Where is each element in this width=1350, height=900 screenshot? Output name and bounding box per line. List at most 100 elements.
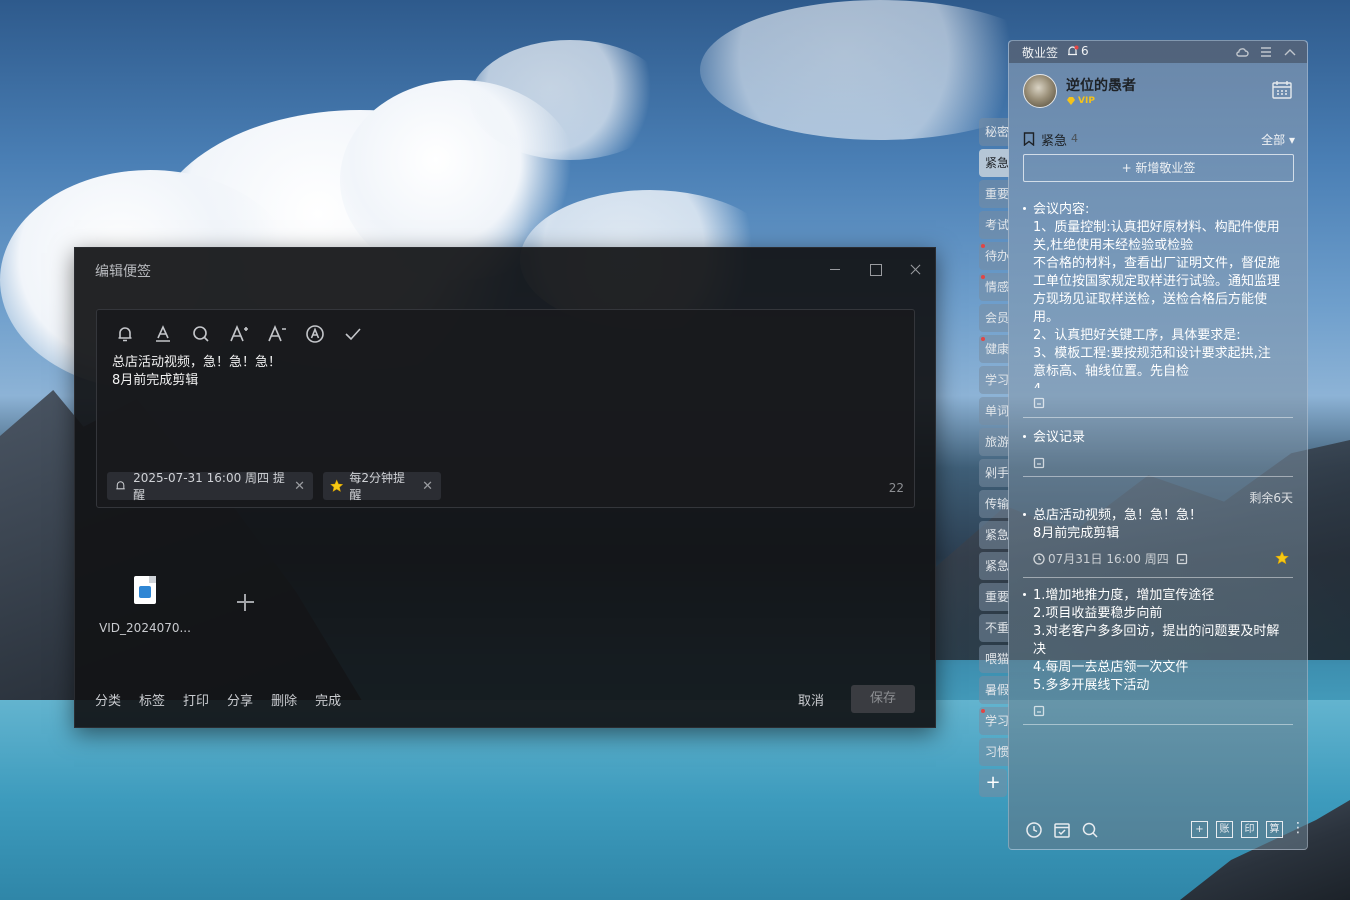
category-tab[interactable]: 不重 bbox=[979, 614, 1009, 642]
reminder-bell-icon[interactable] bbox=[113, 322, 137, 346]
close-button[interactable] bbox=[903, 258, 927, 280]
note-body: 总店活动视频，急！急！急！ 8月前完成剪辑 bbox=[1033, 508, 1203, 541]
username[interactable]: 逆位的愚者 bbox=[1066, 75, 1136, 95]
category-tab[interactable]: 单词 bbox=[979, 397, 1009, 425]
delete-action[interactable]: 删除 bbox=[271, 690, 297, 709]
category-tab-label: 习惯 bbox=[985, 745, 1009, 759]
note-bullet bbox=[1023, 435, 1026, 438]
collapse-icon[interactable] bbox=[1283, 45, 1297, 59]
category-filter-dropdown[interactable]: 全部 ▾ bbox=[1261, 131, 1295, 148]
add-category-button[interactable]: + bbox=[979, 769, 1007, 797]
note-bullet bbox=[1023, 593, 1026, 596]
note-bullet bbox=[1023, 207, 1026, 210]
minimize-button[interactable] bbox=[823, 258, 847, 280]
remove-reminder-icon[interactable]: ✕ bbox=[294, 479, 305, 494]
category-tab[interactable]: 学习 bbox=[979, 366, 1009, 394]
category-header: 紧急 4 全部 ▾ bbox=[1023, 130, 1295, 149]
add-box-button[interactable]: + bbox=[1191, 821, 1208, 838]
add-note-button[interactable]: + 新增敬业签 bbox=[1023, 154, 1294, 182]
category-action[interactable]: 分类 bbox=[95, 690, 121, 709]
category-tab[interactable]: 紧急 bbox=[979, 521, 1009, 549]
category-tab-label: 考试 bbox=[985, 218, 1009, 232]
note-action-bar: 分类 标签 打印 分享 删除 完成 bbox=[95, 690, 341, 709]
print-box-button[interactable]: 印 bbox=[1241, 821, 1258, 838]
note-lock-icon bbox=[1033, 394, 1045, 409]
app-title: 敬业签 bbox=[1022, 46, 1059, 60]
panel-titlebar[interactable]: 敬业签 6 bbox=[1009, 41, 1307, 63]
complete-action[interactable]: 完成 bbox=[315, 690, 341, 709]
category-tab[interactable]: 紧急 bbox=[979, 149, 1009, 177]
font-size-decrease-icon[interactable] bbox=[265, 322, 289, 346]
category-tab[interactable]: 喂猫 bbox=[979, 645, 1009, 673]
share-action[interactable]: 分享 bbox=[227, 690, 253, 709]
repeat-reminder-chip[interactable]: 每2分钟提醒 ✕ bbox=[323, 471, 441, 502]
category-tab-label: 传输 bbox=[985, 497, 1009, 511]
category-tab[interactable]: 传输 bbox=[979, 490, 1009, 518]
category-tab[interactable]: 会员 bbox=[979, 304, 1009, 332]
category-tab[interactable]: 待办 bbox=[979, 242, 1009, 270]
cloud-sync-icon[interactable] bbox=[1235, 45, 1249, 59]
bell-icon bbox=[1068, 45, 1079, 55]
category-tab-label: 剁手 bbox=[985, 466, 1009, 480]
vip-badge: VIP bbox=[1066, 96, 1095, 106]
dialog-titlebar[interactable]: 编辑便签 bbox=[75, 248, 935, 290]
category-tab[interactable]: 学习 bbox=[979, 707, 1009, 735]
edit-note-dialog: 编辑便签 总店活动视频，急！急！急！ 8月前完成剪辑 2025-07-31 16… bbox=[74, 247, 936, 728]
more-options-icon[interactable]: ⋮ bbox=[1291, 821, 1305, 838]
history-clock-icon[interactable] bbox=[1025, 821, 1043, 839]
category-tab[interactable]: 紧急 bbox=[979, 552, 1009, 580]
avatar[interactable] bbox=[1023, 74, 1057, 108]
category-tab[interactable]: 重要 bbox=[979, 583, 1009, 611]
note-item[interactable]: 会议记录 bbox=[1023, 429, 1293, 479]
note-lock-icon bbox=[1033, 454, 1045, 469]
category-tab[interactable]: 重要 bbox=[979, 180, 1009, 208]
remaining-days: 剩余6天 bbox=[1249, 491, 1293, 505]
account-box-button[interactable]: 账 bbox=[1216, 821, 1233, 838]
clock-icon bbox=[1033, 552, 1045, 565]
category-tab[interactable]: 健康 bbox=[979, 335, 1009, 363]
calendar-icon[interactable] bbox=[1271, 79, 1293, 101]
category-tab[interactable]: 考试 bbox=[979, 211, 1009, 239]
category-tab[interactable]: 秘密 bbox=[979, 118, 1009, 146]
font-style-icon[interactable] bbox=[303, 322, 327, 346]
video-file-icon bbox=[134, 576, 156, 604]
text-color-icon[interactable] bbox=[151, 322, 175, 346]
note-item[interactable]: 剩余6天 总店活动视频，急！急！急！ 8月前完成剪辑 07月31日 16:00 … bbox=[1023, 489, 1293, 589]
flag-dot-icon bbox=[981, 709, 985, 713]
search-icon[interactable] bbox=[1081, 821, 1099, 839]
cancel-button[interactable]: 取消 bbox=[798, 690, 824, 709]
tag-action[interactable]: 标签 bbox=[139, 690, 165, 709]
search-icon[interactable] bbox=[189, 322, 213, 346]
note-item[interactable]: 1.增加地推力度，增加宣传途径 2.项目收益要稳步向前 3.对老客户多多回访，提… bbox=[1023, 587, 1293, 767]
video-attachment[interactable]: VID_2024070... bbox=[99, 576, 191, 635]
category-tab[interactable]: 暑假 bbox=[979, 676, 1009, 704]
category-tab[interactable]: 习惯 bbox=[979, 738, 1009, 766]
category-tabs: 秘密 紧急 重要 考试 待办 情感 会员 健康 学习 单词 旅游 剁手 传输 紧急 紧急 重要 不重 喂猫 暑假 学习… bbox=[979, 118, 1009, 797]
category-count: 4 bbox=[1071, 132, 1078, 145]
reminder-count[interactable]: 6 bbox=[1066, 44, 1089, 58]
remove-repeat-icon[interactable]: ✕ bbox=[422, 479, 433, 494]
print-action[interactable]: 打印 bbox=[183, 690, 209, 709]
category-tab-label: 喂猫 bbox=[985, 652, 1009, 666]
note-reminder-meta: 07月31日 16:00 周四 bbox=[1033, 550, 1188, 567]
category-tab[interactable]: 剁手 bbox=[979, 459, 1009, 487]
dialog-title: 编辑便签 bbox=[95, 264, 151, 280]
note-lock-icon bbox=[1033, 702, 1045, 717]
note-content[interactable]: 总店活动视频，急！急！急！ 8月前完成剪辑 bbox=[112, 354, 281, 390]
menu-icon[interactable] bbox=[1259, 45, 1273, 59]
note-editor-box[interactable]: 总店活动视频，急！急！急！ 8月前完成剪辑 2025-07-31 16:00 周… bbox=[96, 309, 915, 508]
maximize-button[interactable] bbox=[863, 258, 887, 280]
note-body: 会议记录 bbox=[1033, 430, 1086, 445]
reminder-chip[interactable]: 2025-07-31 16:00 周四 提醒 ✕ bbox=[107, 471, 313, 502]
add-attachment-icon[interactable] bbox=[233, 590, 257, 614]
note-item[interactable]: 会议内容: 1、质量控制:认真把好原材料、构配件使用关,杜绝使用未经检验或检验 … bbox=[1023, 201, 1293, 421]
font-size-increase-icon[interactable] bbox=[227, 322, 251, 346]
category-tab-label: 紧急 bbox=[985, 559, 1009, 573]
category-tab[interactable]: 情感 bbox=[979, 273, 1009, 301]
save-button[interactable]: 保存 bbox=[851, 685, 915, 713]
star-icon[interactable] bbox=[1275, 551, 1289, 565]
category-tab[interactable]: 旅游 bbox=[979, 428, 1009, 456]
checklist-icon[interactable] bbox=[1053, 821, 1071, 839]
checkmark-icon[interactable] bbox=[341, 322, 365, 346]
calc-box-button[interactable]: 算 bbox=[1266, 821, 1283, 838]
